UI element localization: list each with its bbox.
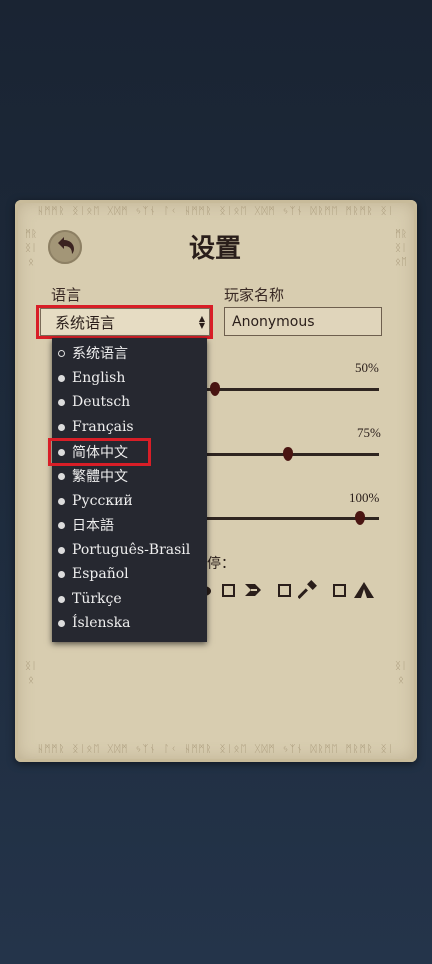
back-button[interactable] bbox=[48, 230, 82, 264]
language-option-portuguese-brasil[interactable]: Português-Brasil bbox=[58, 539, 190, 561]
bullet-icon bbox=[58, 423, 65, 431]
pause-checkbox-1[interactable] bbox=[222, 584, 235, 597]
bullet-icon bbox=[58, 521, 65, 529]
language-option-japanese[interactable]: 日本語 bbox=[58, 514, 114, 536]
language-option-label: 繁體中文 bbox=[72, 469, 128, 485]
arrow-icon bbox=[243, 580, 263, 604]
rune-border-right: ᛗᚱᛝᛁᛟᛖ bbox=[395, 229, 407, 268]
page-title: 设置 bbox=[188, 234, 241, 264]
hammer-icon bbox=[297, 580, 318, 604]
pause-checkbox-3[interactable] bbox=[333, 584, 346, 597]
language-option-label: Português-Brasil bbox=[72, 542, 191, 558]
language-option-traditional-chinese[interactable]: 繁體中文 bbox=[58, 465, 128, 487]
language-option-islenska[interactable]: Íslenska bbox=[58, 612, 131, 634]
language-option-label: Íslenska bbox=[72, 615, 131, 631]
pause-checkbox-2[interactable] bbox=[278, 584, 291, 597]
language-option-turkce[interactable]: Türkçe bbox=[58, 588, 122, 610]
rune-border-bottom: ᚺᛗᛗᚱ ᛝᛁᛟᛖ ᚷᛞᛗ ᛃᛉᚾ ᛚᚲ ᚺᛗᛗᚱ ᛝᛁᛟᛖ ᚷᛞᛗ ᛃᛉᚾ ᛞ… bbox=[37, 744, 395, 755]
selected-bullet-icon bbox=[58, 349, 65, 357]
language-select-highlight bbox=[36, 305, 213, 339]
language-label: 语言 bbox=[51, 286, 82, 304]
bullet-icon bbox=[58, 497, 65, 505]
bullet-icon bbox=[58, 595, 65, 603]
bullet-icon bbox=[58, 570, 65, 578]
bullet-icon bbox=[58, 619, 65, 627]
slider-3-track[interactable] bbox=[205, 517, 379, 520]
bullet-icon bbox=[58, 398, 65, 406]
rune-border-right-lower: ᛝᛁᛟ bbox=[395, 661, 407, 686]
rune-border-left-lower: ᛝᛁᛟ bbox=[25, 661, 37, 686]
language-option-label: 日本語 bbox=[72, 518, 114, 534]
slider-1-track[interactable] bbox=[205, 388, 379, 391]
player-name-value: Anonymous bbox=[232, 313, 315, 330]
rune-border-left: ᛗᚱᛝᛁᛟ bbox=[25, 229, 37, 268]
player-name-input[interactable]: Anonymous bbox=[224, 307, 382, 336]
language-option-francais[interactable]: Français bbox=[58, 416, 134, 438]
language-option-espanol[interactable]: Español bbox=[58, 563, 129, 585]
bullet-icon bbox=[58, 374, 65, 382]
language-option-label: Deutsch bbox=[72, 394, 131, 410]
language-option-label: Español bbox=[72, 566, 129, 582]
undo-arrow-icon bbox=[54, 235, 76, 259]
simplified-chinese-highlight bbox=[48, 438, 151, 466]
language-option-label: Français bbox=[72, 419, 134, 435]
language-option-english[interactable]: English bbox=[58, 367, 125, 389]
language-option-label: Русский bbox=[72, 493, 133, 509]
rune-border-top: ᚺᛗᛗᚱ ᛝᛁᛟᛖ ᚷᛞᛗ ᛃᛉᚾ ᛚᚲ ᚺᛗᛗᚱ ᛝᛁᛟᛖ ᚷᛞᛗ ᛃᛉᚾ ᛞ… bbox=[37, 206, 395, 217]
bullet-icon bbox=[58, 472, 65, 480]
slider-3-percent: 100% bbox=[349, 490, 380, 505]
pause-label: 停： bbox=[207, 556, 235, 572]
camp-icon bbox=[352, 580, 376, 604]
language-option-label: English bbox=[72, 370, 126, 386]
player-name-label: 玩家名称 bbox=[224, 286, 285, 304]
language-option-system[interactable]: 系统语言 bbox=[58, 342, 128, 364]
bullet-icon bbox=[58, 546, 65, 554]
slider-2-percent: 75% bbox=[357, 425, 381, 440]
language-option-label: Türkçe bbox=[72, 591, 122, 607]
language-option-label: 系统语言 bbox=[72, 346, 128, 362]
slider-1-percent: 50% bbox=[355, 360, 379, 375]
language-option-deutsch[interactable]: Deutsch bbox=[58, 391, 130, 413]
language-option-russian[interactable]: Русский bbox=[58, 490, 133, 512]
